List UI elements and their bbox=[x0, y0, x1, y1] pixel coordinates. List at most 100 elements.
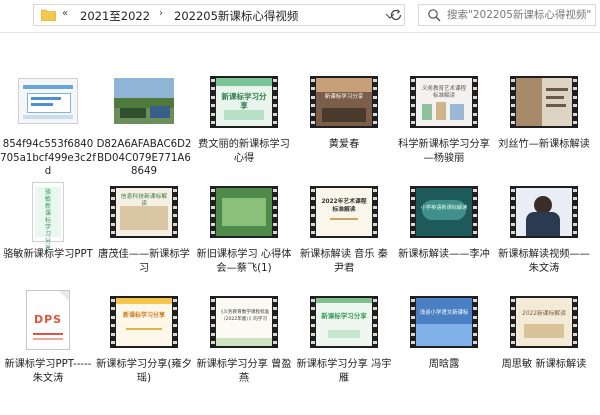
search-box[interactable] bbox=[418, 4, 596, 26]
file-item[interactable]: 新课标学习分享 新课标学习分享(雍夕瑶) bbox=[96, 290, 192, 415]
film-sprocket bbox=[173, 205, 177, 209]
file-item[interactable]: 新课标学习分享 新课标学习分享 冯宇雁 bbox=[296, 290, 392, 415]
file-item[interactable]: 新课标学习分享 黄爱春 bbox=[296, 70, 392, 180]
film-sprocket bbox=[573, 197, 577, 201]
video-icon: 信息科技新课标解读 bbox=[110, 180, 178, 244]
film-sprocket bbox=[373, 307, 377, 311]
film-sprocket bbox=[511, 205, 515, 209]
file-item[interactable]: 浅谈小学语文新课标 周晗露 bbox=[396, 290, 492, 415]
file-grid: 854f94c553f6840705a1bcf499e3c2fd D82A6AF… bbox=[0, 32, 600, 415]
breadcrumb-separator: › bbox=[159, 8, 163, 19]
film-sprocket bbox=[411, 315, 415, 319]
film-sprocket bbox=[573, 104, 577, 108]
film-sprocket bbox=[473, 341, 477, 344]
video-icon: 骆敏新课标学习分享 bbox=[14, 180, 82, 252]
film-sprocket bbox=[111, 307, 115, 311]
film-sprocket bbox=[573, 205, 577, 209]
film-sprocket bbox=[273, 112, 277, 116]
film-sprocket bbox=[211, 112, 215, 116]
film-sprocket bbox=[511, 104, 515, 108]
film-sprocket bbox=[511, 214, 515, 218]
address-bar[interactable]: « 2021至2022 › 202205新课标心得视频 bbox=[33, 4, 405, 26]
photo-icon bbox=[110, 70, 178, 134]
file-item[interactable]: 小学英语新课标解读 新课标解读——李冲 bbox=[396, 180, 492, 292]
film-sprocket bbox=[373, 299, 377, 302]
film-sprocket bbox=[311, 197, 315, 201]
film-sprocket bbox=[211, 104, 215, 108]
breadcrumb-item-current[interactable]: 202205新课标心得视频 bbox=[174, 8, 298, 24]
film-sprocket bbox=[573, 87, 577, 91]
file-name: 854f94c553f6840705a1bcf499e3c2fd bbox=[0, 139, 96, 177]
file-item[interactable]: 2022新课标解读 周思敏 新课标解读 bbox=[496, 290, 592, 415]
file-name: 新课标学习分享 曾盈燕 bbox=[196, 359, 292, 384]
film-sprocket bbox=[573, 307, 577, 311]
file-name: 新课标学习分享 冯宇雁 bbox=[296, 359, 392, 384]
video-icon: 2022年艺术课程标准解读 bbox=[310, 180, 378, 244]
video-icon: 《义务教育数学课程标准（2022年版）》的学习 bbox=[210, 290, 278, 354]
film-sprocket bbox=[473, 324, 477, 328]
film-sprocket bbox=[411, 197, 415, 201]
film-sprocket bbox=[511, 332, 515, 336]
file-item[interactable]: 骆敏新课标学习分享 骆敏新课标学习PPT bbox=[0, 180, 96, 292]
film-sprocket bbox=[273, 341, 277, 344]
film-sprocket bbox=[311, 315, 315, 319]
film-sprocket bbox=[273, 189, 277, 192]
film-sprocket bbox=[473, 332, 477, 336]
file-item[interactable]: 854f94c553f6840705a1bcf499e3c2fd bbox=[0, 70, 96, 180]
file-item[interactable]: 2022年艺术课程标准解读 新课标解读 音乐 秦尹君 bbox=[296, 180, 392, 292]
video-icon bbox=[210, 180, 278, 244]
film-sprocket bbox=[173, 197, 177, 201]
film-sprocket bbox=[111, 341, 115, 344]
film-sprocket bbox=[211, 214, 215, 218]
film-sprocket bbox=[211, 231, 215, 234]
film-sprocket bbox=[173, 341, 177, 344]
file-item[interactable]: 义务教育艺术课程标准解读 科学新课标学习分享—杨骏丽 bbox=[396, 70, 492, 180]
film-sprocket bbox=[473, 315, 477, 319]
file-name: 科学新课标学习分享—杨骏丽 bbox=[398, 139, 490, 164]
film-sprocket bbox=[511, 121, 515, 124]
film-sprocket bbox=[473, 112, 477, 116]
video-icon: 新课标学习分享 bbox=[310, 70, 378, 134]
file-item[interactable]: 新旧课标学习 心得体会—蔡飞(1) bbox=[196, 180, 292, 292]
film-sprocket bbox=[411, 112, 415, 116]
video-icon: 新课标学习分享 bbox=[110, 290, 178, 354]
film-sprocket bbox=[473, 222, 477, 226]
film-sprocket bbox=[411, 121, 415, 124]
file-item[interactable]: 《义务教育数学课程标准（2022年版）》的学习 新课标学习分享 曾盈燕 bbox=[196, 290, 292, 415]
file-name: D82A6AFABAC6D2BD04C079E771A68649 bbox=[96, 139, 192, 177]
file-item[interactable]: 新课标解读视频——朱文涛 bbox=[496, 180, 592, 292]
file-name: 骆敏新课标学习PPT bbox=[3, 249, 93, 260]
breadcrumb-item-2021-2022[interactable]: 2021至2022 bbox=[80, 8, 150, 24]
file-item[interactable]: D82A6AFABAC6D2BD04C079E771A68649 bbox=[96, 70, 192, 180]
film-sprocket bbox=[473, 299, 477, 302]
film-sprocket bbox=[211, 341, 215, 344]
film-sprocket bbox=[411, 324, 415, 328]
film-sprocket bbox=[473, 214, 477, 218]
film-sprocket bbox=[511, 324, 515, 328]
film-sprocket bbox=[573, 214, 577, 218]
film-sprocket bbox=[511, 307, 515, 311]
search-input[interactable] bbox=[447, 6, 595, 24]
refresh-icon[interactable] bbox=[388, 6, 404, 24]
file-item[interactable]: DPS 新课标学习PPT-----朱文涛 bbox=[0, 290, 96, 415]
film-sprocket bbox=[411, 231, 415, 234]
film-sprocket bbox=[511, 189, 515, 192]
film-sprocket bbox=[273, 332, 277, 336]
film-sprocket bbox=[373, 79, 377, 82]
file-item[interactable]: 信息科技新课标解读 唐茂佳——新课标学习 bbox=[96, 180, 192, 292]
file-name: 新课标解读——李冲 bbox=[398, 249, 490, 260]
film-sprocket bbox=[373, 231, 377, 234]
film-sprocket bbox=[173, 222, 177, 226]
film-sprocket bbox=[211, 222, 215, 226]
film-sprocket bbox=[573, 112, 577, 116]
breadcrumb-overflow[interactable]: « bbox=[62, 8, 68, 19]
file-item[interactable]: 刘丝竹—新课标解读 bbox=[496, 70, 592, 180]
file-name: 黄爱春 bbox=[328, 139, 360, 150]
film-sprocket bbox=[311, 231, 315, 234]
video-icon: 浅谈小学语文新课标 bbox=[410, 290, 478, 354]
film-sprocket bbox=[411, 95, 415, 99]
film-sprocket bbox=[273, 307, 277, 311]
film-sprocket bbox=[273, 214, 277, 218]
file-item[interactable]: 新课标学习分享 费文丽的新课标学习心得 bbox=[196, 70, 292, 180]
file-name: 新旧课标学习 心得体会—蔡飞(1) bbox=[196, 249, 292, 274]
